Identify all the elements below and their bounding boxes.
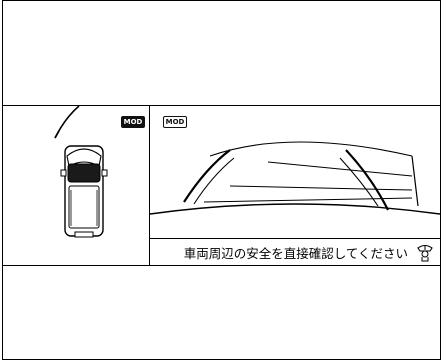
guide-arc-line-lower — [54, 130, 60, 139]
distance-line-near — [203, 197, 413, 203]
caution-driver-icon — [417, 244, 433, 262]
distance-line-mid — [229, 185, 413, 191]
bumper-curve — [150, 203, 440, 215]
vehicle-top-icon — [60, 145, 108, 238]
top-view-graphic — [54, 106, 108, 238]
guide-line-right-outer — [345, 149, 389, 211]
top-view-pane: MOD — [3, 106, 150, 265]
edge-line-right — [411, 155, 419, 207]
distance-line-far — [267, 161, 413, 177]
rear-window-arc — [209, 141, 413, 157]
rear-camera-pane: MOD 車両周辺の安全を直接確認してください — [150, 106, 440, 265]
safety-notice-bar: 車両周辺の安全を直接確認してください — [150, 238, 440, 265]
guide-line-left-outer — [183, 149, 231, 203]
top-view-mode-badge[interactable]: MOD — [121, 116, 145, 128]
safety-notice-text: 車両周辺の安全を直接確認してください — [183, 245, 408, 261]
rear-camera-image — [150, 141, 440, 215]
monitor-screen: MOD MOD 車両周辺の安全を直接確認してください — [2, 105, 441, 266]
